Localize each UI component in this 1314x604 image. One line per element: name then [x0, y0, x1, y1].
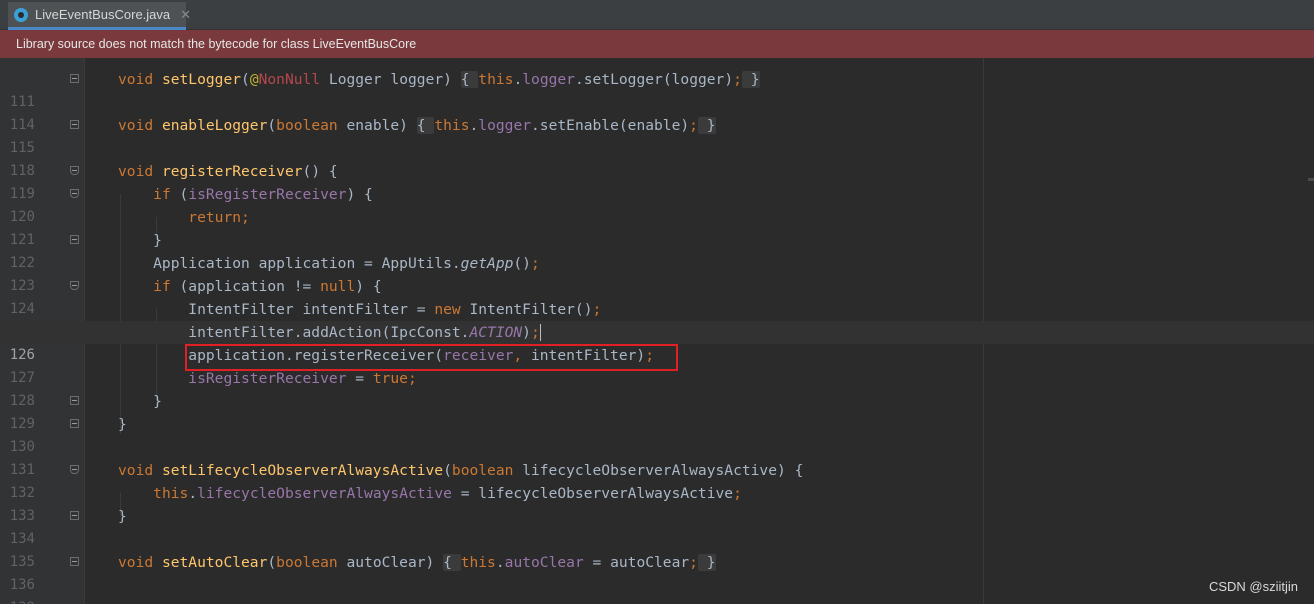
code-text: Application application = AppUtils.getAp… — [118, 255, 540, 272]
fold-icon[interactable] — [70, 166, 79, 175]
fold-icon[interactable] — [70, 281, 79, 290]
code-line[interactable]: 125 IntentFilter intentFilter = new Inte… — [0, 298, 1314, 340]
code-text: } — [118, 416, 127, 433]
line-number: 139 — [0, 597, 35, 604]
code-line[interactable]: 124 if (application != null) { — [0, 275, 1314, 317]
code-text: IntentFilter intentFilter = new IntentFi… — [118, 301, 602, 318]
code-line[interactable]: 132 void setLifecycleObserverAlwaysActiv… — [0, 459, 1314, 501]
fold-icon[interactable] — [70, 396, 79, 405]
fold-icon[interactable] — [70, 511, 79, 520]
code-text: return; — [188, 209, 250, 226]
code-line[interactable]: 118 — [0, 137, 1314, 179]
watermark: CSDN @sziitjin — [1208, 579, 1298, 594]
code-line[interactable]: 134 } — [0, 505, 1314, 547]
code-line[interactable]: 122 } — [0, 229, 1314, 271]
code-text: if (application != null) { — [153, 278, 382, 295]
annotation-highlight-box — [185, 344, 678, 371]
java-class-icon — [14, 7, 28, 22]
code-text: void setLogger(@NonNull Logger logger) {… — [118, 71, 760, 88]
code-editor[interactable]: 111 void setLogger(@NonNull Logger logge… — [0, 58, 1314, 604]
fold-icon[interactable] — [70, 557, 79, 566]
code-text: void setLifecycleObserverAlwaysActive(bo… — [118, 462, 804, 479]
code-line[interactable]: 131 — [0, 436, 1314, 478]
close-icon[interactable]: ✕ — [180, 8, 191, 21]
code-line[interactable]: 129 } — [0, 390, 1314, 432]
code-text: } — [118, 232, 162, 249]
code-line[interactable]: 130 } — [0, 413, 1314, 455]
code-text: this.lifecycleObserverAlwaysActive = lif… — [153, 485, 742, 502]
editor-tab-bar: LiveEventBusCore.java ✕ — [0, 0, 1314, 30]
code-text: intentFilter.addAction(IpcConst.ACTION); — [118, 324, 541, 341]
code-text: if (isRegisterReceiver) { — [153, 186, 373, 203]
code-line[interactable]: 136 void setAutoClear(boolean autoClear)… — [0, 551, 1314, 593]
code-text: void enableLogger(boolean enable) { this… — [118, 117, 716, 134]
code-text: } — [118, 508, 127, 525]
code-line[interactable]: 135 — [0, 528, 1314, 570]
code-text: void registerReceiver() { — [118, 163, 338, 180]
code-text: } — [118, 393, 162, 410]
fold-icon[interactable] — [70, 465, 79, 474]
fold-icon[interactable] — [70, 235, 79, 244]
fold-icon[interactable] — [70, 74, 79, 83]
code-line[interactable]: 133 this.lifecycleObserverAlwaysActive =… — [0, 482, 1314, 524]
scrollbar-marker[interactable] — [1308, 178, 1314, 181]
code-line[interactable]: 119 void registerReceiver() { — [0, 160, 1314, 202]
tab-liveeventbuscore[interactable]: LiveEventBusCore.java ✕ — [8, 2, 191, 30]
code-line[interactable]: 120 if (isRegisterReceiver) { — [0, 183, 1314, 225]
tab-title: LiveEventBusCore.java — [35, 7, 171, 22]
code-line[interactable]: 114 — [0, 91, 1314, 133]
code-line[interactable]: 139 — [0, 574, 1314, 604]
fold-icon[interactable] — [70, 120, 79, 129]
code-text: void setAutoClear(boolean autoClear) { t… — [118, 554, 716, 571]
code-line[interactable]: 123 Application application = AppUtils.g… — [0, 252, 1314, 294]
code-line[interactable]: 111 void setLogger(@NonNull Logger logge… — [0, 68, 1314, 110]
source-mismatch-banner: Library source does not match the byteco… — [0, 30, 1314, 58]
code-line[interactable]: 115 void enableLogger(boolean enable) { … — [0, 114, 1314, 156]
fold-icon[interactable] — [70, 419, 79, 428]
code-line[interactable]: 121 return; — [0, 206, 1314, 248]
code-line-current[interactable]: 126 intentFilter.addAction(IpcConst.ACTI… — [0, 321, 1314, 363]
fold-icon[interactable] — [70, 189, 79, 198]
